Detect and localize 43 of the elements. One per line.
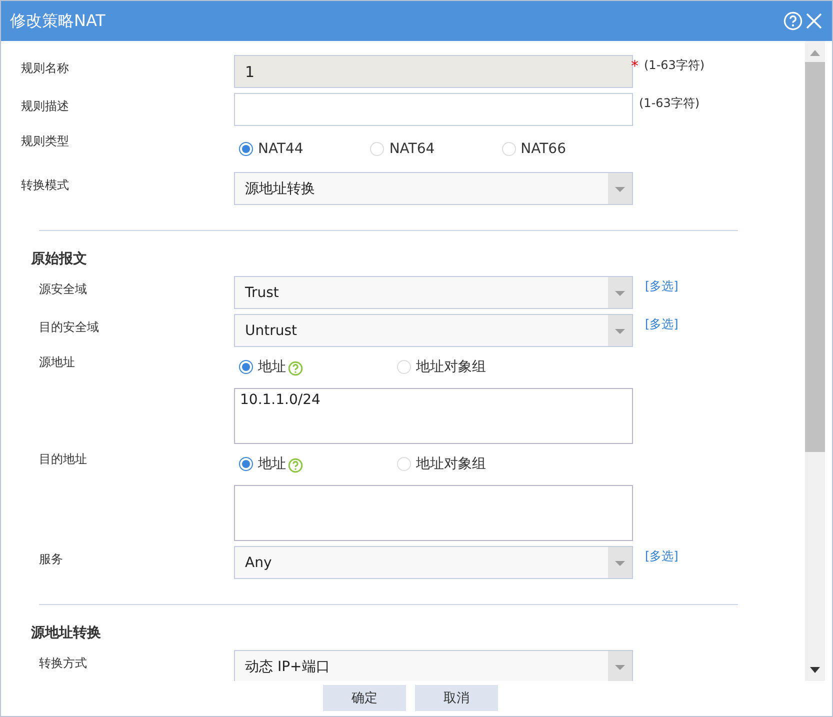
dropdown[interactable]: Trust bbox=[234, 276, 633, 309]
address-textarea[interactable]: 10.1.1.0/24 bbox=[234, 388, 633, 444]
field-label: 目的地址 bbox=[39, 451, 88, 468]
multi-select-link[interactable]: [多选] bbox=[645, 548, 678, 565]
scrollbar[interactable] bbox=[805, 41, 825, 681]
help-icon[interactable] bbox=[288, 361, 303, 376]
field-label: 转换模式 bbox=[21, 177, 70, 194]
required-mark: * bbox=[631, 57, 640, 75]
radio-label: 地址对象组 bbox=[416, 358, 486, 376]
section-title: 源地址转换 bbox=[30, 624, 102, 643]
multi-select-link[interactable]: [多选] bbox=[645, 278, 678, 295]
field-label: 目的安全域 bbox=[39, 319, 100, 336]
radio-label: NAT66 bbox=[520, 141, 566, 157]
section-title: 原始报文 bbox=[30, 250, 88, 269]
radio-label: NAT44 bbox=[258, 141, 304, 157]
radio-label: 地址 bbox=[258, 455, 286, 473]
field-hint: (1-63字符) bbox=[644, 57, 705, 74]
radio-button[interactable] bbox=[239, 360, 253, 374]
text-field[interactable] bbox=[234, 93, 633, 126]
dialog-button[interactable]: 确定 bbox=[323, 685, 406, 711]
field-label: 规则类型 bbox=[21, 133, 70, 150]
dialog-title: 修改策略NAT bbox=[10, 10, 106, 32]
field-label: 转换方式 bbox=[39, 655, 88, 672]
dropdown[interactable]: 动态 IP+端口 bbox=[234, 650, 633, 681]
dropdown[interactable]: 源地址转换 bbox=[234, 172, 633, 205]
radio-button[interactable] bbox=[239, 142, 253, 156]
radio-label: NAT64 bbox=[389, 141, 435, 157]
multi-select-link[interactable]: [多选] bbox=[645, 316, 678, 333]
radio-label: 地址 bbox=[258, 358, 286, 376]
dialog-button[interactable]: 取消 bbox=[415, 685, 498, 711]
field-label: 源安全域 bbox=[39, 281, 88, 298]
field-label: 规则名称 bbox=[21, 60, 70, 77]
field-label: 源地址 bbox=[39, 354, 76, 371]
radio-label: 地址对象组 bbox=[416, 455, 486, 473]
dropdown[interactable]: Any bbox=[234, 546, 633, 579]
help-icon[interactable] bbox=[288, 458, 303, 473]
radio-button[interactable] bbox=[239, 457, 253, 471]
field-label: 规则描述 bbox=[21, 98, 70, 115]
close-icon[interactable] bbox=[804, 11, 824, 31]
address-textarea[interactable] bbox=[234, 485, 633, 541]
field-hint: (1-63字符) bbox=[639, 95, 700, 112]
field-label: 服务 bbox=[39, 551, 64, 568]
dropdown[interactable]: Untrust bbox=[234, 314, 633, 347]
